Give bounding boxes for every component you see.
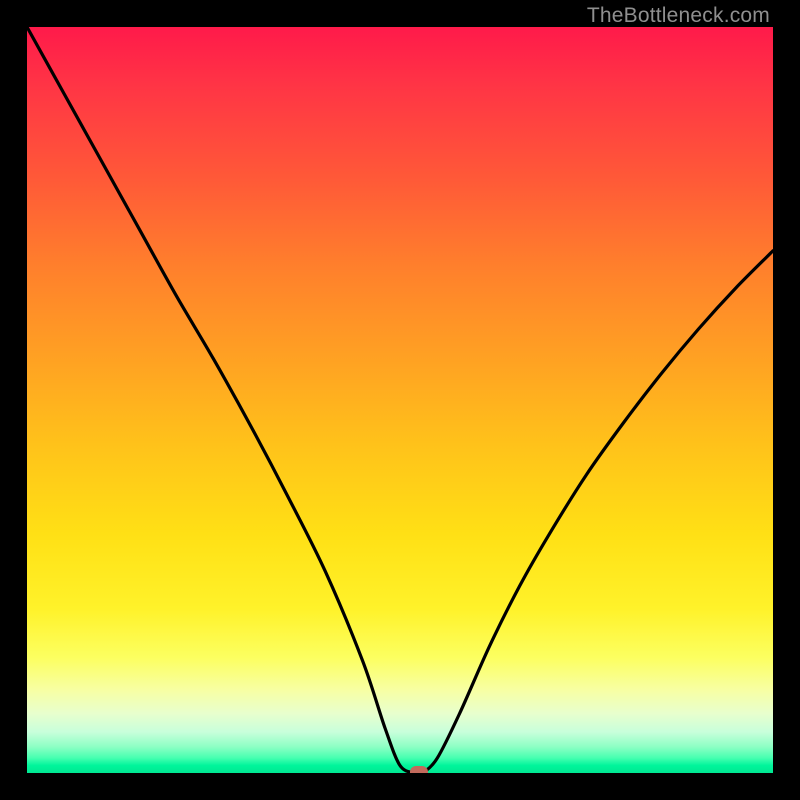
watermark-text: TheBottleneck.com: [587, 4, 770, 28]
optimum-marker: [410, 766, 428, 773]
plot-area: [27, 27, 773, 773]
bottleneck-curve: [27, 27, 773, 773]
curve-layer: [27, 27, 773, 773]
